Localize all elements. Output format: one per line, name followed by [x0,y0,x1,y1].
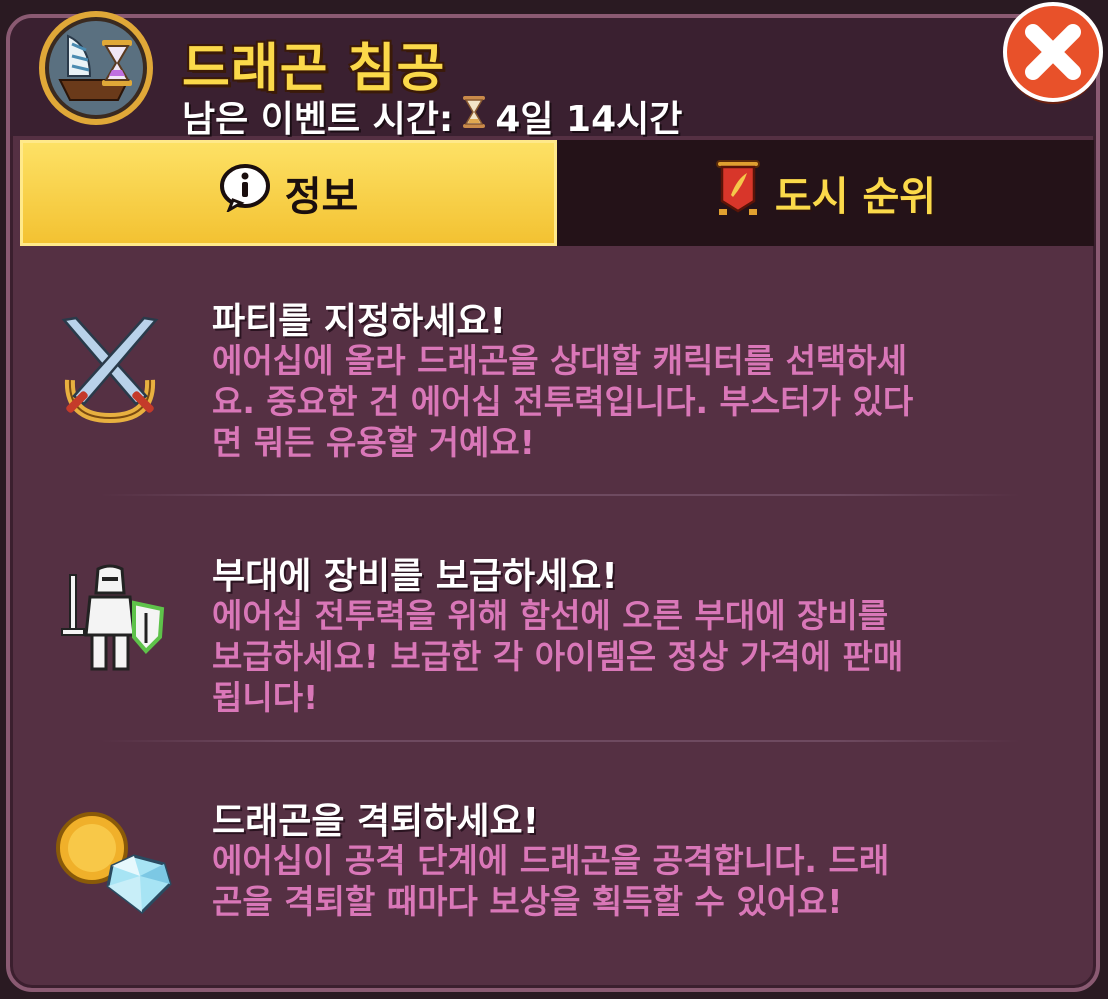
info-icon [219,164,271,222]
section-heading: 드래곤을 격퇴하세요! [212,801,540,842]
desc-line: 곤을 격퇴할 때마다 보상을 획득할 수 있어요! [212,882,843,921]
section-description: 에어십에 올라 드래곤을 상대할 캐릭터를 선택하세 요. 중요한 건 에어십 … [212,340,1072,463]
close-button[interactable] [1000,0,1106,108]
section-heading: 파티를 지정하세요! [212,301,506,342]
section-heading: 부대에 장비를 보급하세요! [212,556,618,597]
tab-bar: 정보 도시 순위 [20,140,1094,246]
event-panel: 드래곤 침공 남은 이벤트 시간: 4일 14시간 정보 도시 순위 파티를 지… [6,14,1100,992]
desc-line: 됩니다! [212,678,319,717]
coin-gem-icon [50,808,174,922]
section-equipment: 부대에 장비를 보급하세요! 에어십 전투력을 위해 함선에 오른 부대에 장비… [50,523,1070,743]
section-description: 에어십이 공격 단계에 드래곤을 공격합니다. 드래 곤을 격퇴할 때마다 보상… [212,840,1072,922]
timer-label: 남은 이벤트 시간: [182,99,454,140]
desc-line: 보급하세요! 보급한 각 아이템은 정상 가격에 판매 [212,637,904,676]
banner-icon [715,159,761,227]
desc-line: 요. 중요한 건 에어십 전투력입니다. 부스터가 있다 [212,382,914,421]
event-timer: 남은 이벤트 시간: 4일 14시간 [182,90,682,142]
section-divider [100,740,1020,742]
panel-header: 드래곤 침공 남은 이벤트 시간: 4일 14시간 [10,18,1096,140]
close-icon [1003,2,1103,104]
timer-value: 4일 14시간 [495,99,683,140]
tab-city-ranking-label: 도시 순위 [774,174,937,220]
desc-line: 에어십에 올라 드래곤을 상대할 캐릭터를 선택하세 [212,341,908,380]
desc-line: 에어십 전투력을 위해 함선에 오른 부대에 장비를 [212,596,889,635]
section-defeat-dragon: 드래곤을 격퇴하세요! 에어십이 공격 단계에 드래곤을 공격합니다. 드래 곤… [50,770,1070,940]
tab-city-ranking[interactable]: 도시 순위 [557,140,1094,246]
tab-info[interactable]: 정보 [20,140,557,246]
event-emblem-icon [38,10,154,126]
section-party: 파티를 지정하세요! 에어십에 올라 드래곤을 상대할 캐릭터를 선택하세 요.… [50,278,1070,478]
knight-icon [50,563,170,687]
section-description: 에어십 전투력을 위해 함선에 오른 부대에 장비를 보급하세요! 보급한 각 … [212,595,1072,718]
section-divider [100,494,1020,496]
desc-line: 에어십이 공격 단계에 드래곤을 공격합니다. 드래 [212,841,890,880]
hourglass-icon [461,95,487,138]
tab-info-label: 정보 [284,174,359,220]
crossed-swords-icon [50,310,170,434]
desc-line: 면 뭐든 유용할 거예요! [212,423,535,462]
